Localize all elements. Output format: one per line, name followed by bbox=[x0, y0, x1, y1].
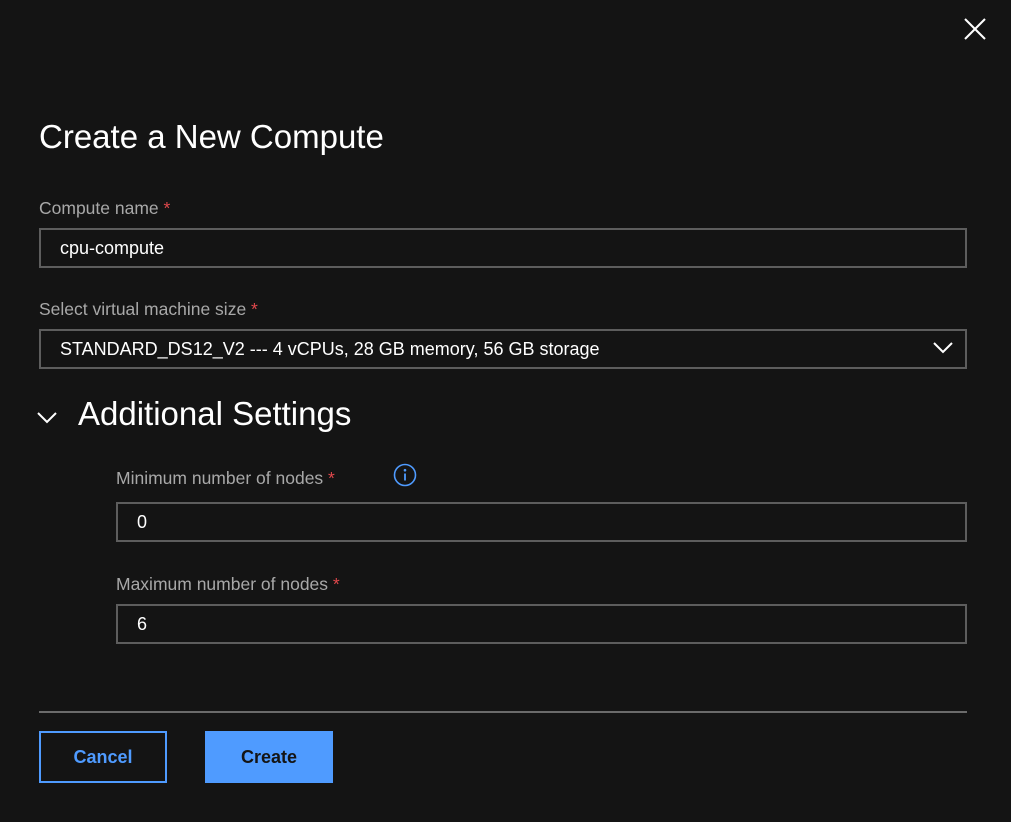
dialog-title: Create a New Compute bbox=[39, 118, 384, 155]
compute-name-label: Compute name * bbox=[39, 198, 170, 219]
min-nodes-label-text: Minimum number of nodes bbox=[116, 468, 324, 488]
required-asterisk: * bbox=[163, 198, 171, 218]
info-icon[interactable] bbox=[393, 463, 417, 487]
min-nodes-input[interactable] bbox=[116, 502, 967, 542]
max-nodes-label-text: Maximum number of nodes bbox=[116, 574, 329, 594]
required-asterisk: * bbox=[328, 468, 335, 488]
vm-size-dropdown[interactable]: STANDARD_DS12_V2 --- 4 vCPUs, 28 GB memo… bbox=[39, 329, 967, 369]
chevron-down-icon bbox=[933, 342, 953, 354]
additional-settings-title: Additional Settings bbox=[78, 395, 352, 432]
create-compute-dialog: Create a New Compute Compute name * Sele… bbox=[0, 0, 1011, 822]
vm-size-label-text: Select virtual machine size bbox=[39, 299, 247, 319]
max-nodes-label: Maximum number of nodes * bbox=[116, 574, 340, 595]
chevron-down-icon bbox=[37, 412, 57, 424]
min-nodes-label: Minimum number of nodes * bbox=[116, 468, 335, 489]
cancel-button[interactable]: Cancel bbox=[39, 731, 167, 783]
required-asterisk: * bbox=[251, 299, 258, 319]
compute-name-label-text: Compute name bbox=[39, 198, 159, 218]
close-icon[interactable] bbox=[960, 14, 990, 44]
additional-settings-toggle[interactable]: Additional Settings bbox=[36, 392, 351, 436]
max-nodes-input[interactable] bbox=[116, 604, 967, 644]
footer-divider bbox=[39, 711, 967, 713]
vm-size-selected-value: STANDARD_DS12_V2 --- 4 vCPUs, 28 GB memo… bbox=[60, 339, 600, 359]
vm-size-label: Select virtual machine size * bbox=[39, 299, 258, 320]
required-asterisk: * bbox=[332, 574, 340, 594]
compute-name-input[interactable] bbox=[39, 228, 967, 268]
create-button[interactable]: Create bbox=[205, 731, 333, 783]
